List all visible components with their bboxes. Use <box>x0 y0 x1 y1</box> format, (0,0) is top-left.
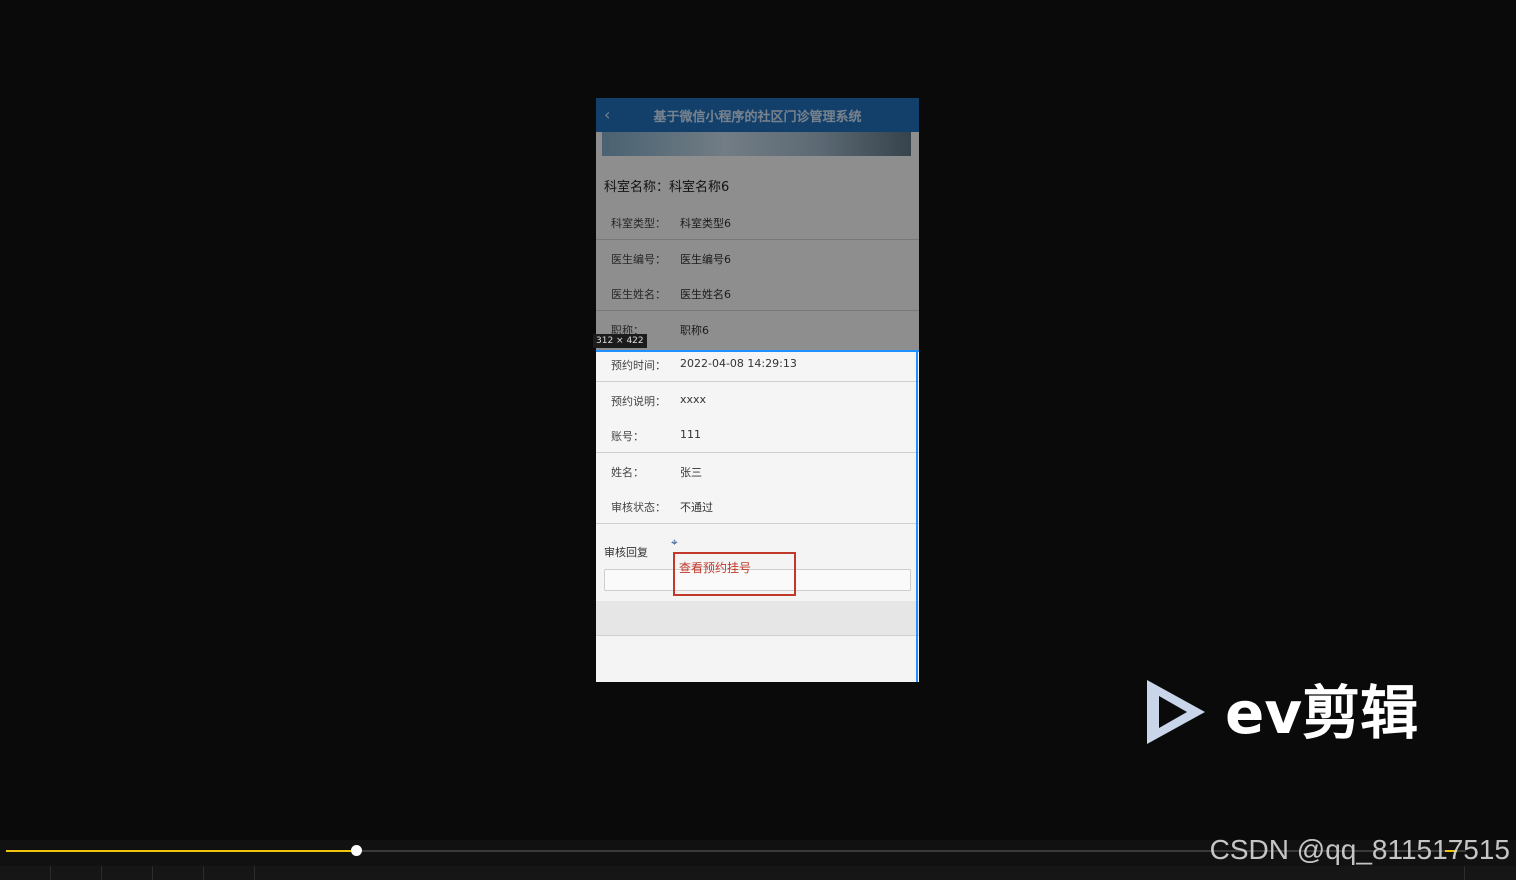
field-row: 科室类型： 科室类型6 <box>596 204 919 240</box>
field-row: 医生编号： 医生编号6 <box>596 240 919 276</box>
timeline-progress <box>6 850 356 852</box>
field-row: 姓名： 张三 <box>596 453 919 489</box>
toolbar-divider <box>152 866 153 880</box>
field-value: 2022-04-08 14:29:13 <box>680 357 797 370</box>
selection-top-edge <box>596 350 919 352</box>
toolbar-divider <box>254 866 255 880</box>
field-value: 科室类型6 <box>680 217 731 230</box>
field-label: 医生姓名： <box>611 288 666 301</box>
dept-label: 科室名称： <box>604 180 670 195</box>
field-value: 111 <box>680 428 701 441</box>
bottom-toolbar <box>0 866 1516 880</box>
field-label: 预约时间： <box>611 359 666 372</box>
action-bar[interactable] <box>596 601 919 636</box>
field-row: 账号： 111 <box>596 417 919 453</box>
dept-name: 科室名称：科室名称6 <box>604 176 729 195</box>
toolbar-divider <box>203 866 204 880</box>
annotation-text: 查看预约挂号 <box>679 561 752 575</box>
crosshair-cursor-icon: ⌖ <box>671 535 678 549</box>
field-value: 张三 <box>680 466 702 479</box>
field-row: 医生姓名： 医生姓名6 <box>596 275 919 311</box>
watermark: CSDN @qq_811517515 <box>1209 834 1510 865</box>
banner-image <box>602 132 911 156</box>
field-label: 医生编号： <box>611 253 666 266</box>
header-title: 基于微信小程序的社区门诊管理系统 <box>653 110 862 125</box>
annotation-box: 查看预约挂号 <box>673 552 796 596</box>
field-value: 医生编号6 <box>680 253 731 266</box>
field-row: 审核状态： 不通过 <box>596 488 919 524</box>
size-badge: 312 × 422 <box>593 334 647 348</box>
field-row: 预约说明： xxxx <box>596 382 919 418</box>
field-value: xxxx <box>680 393 707 406</box>
app-header: ‹ 基于微信小程序的社区门诊管理系统 <box>596 98 919 132</box>
toolbar-divider <box>1464 866 1465 880</box>
field-value: 不通过 <box>680 501 713 514</box>
field-label: 预约说明： <box>611 395 666 408</box>
toolbar-divider <box>50 866 51 880</box>
dept-value: 科室名称6 <box>669 180 730 195</box>
field-label: 账号： <box>611 430 644 443</box>
field-label: 姓名： <box>611 466 644 479</box>
field-label: 审核状态： <box>611 501 666 514</box>
timeline-knob[interactable] <box>351 845 362 856</box>
field-value: 医生姓名6 <box>680 288 731 301</box>
field-value: 职称6 <box>680 324 709 337</box>
toolbar-divider <box>101 866 102 880</box>
reply-label: 审核回复 <box>604 546 648 559</box>
selection-right-edge <box>916 350 918 682</box>
field-label: 科室类型： <box>611 217 666 230</box>
logo-text: ev剪辑 <box>1225 679 1419 747</box>
